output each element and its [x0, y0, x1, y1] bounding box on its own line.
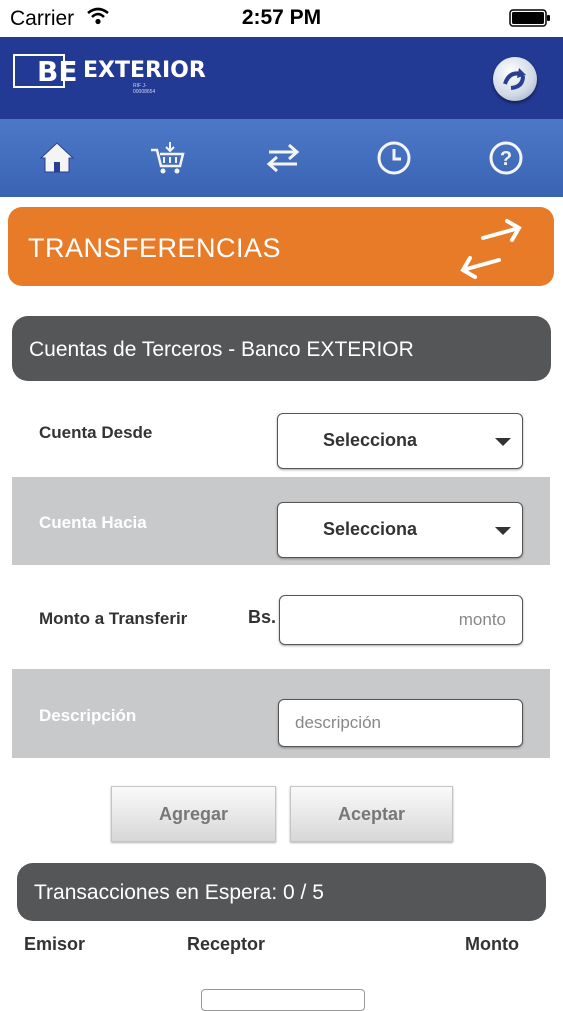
cuenta-desde-value: Selecciona: [323, 430, 418, 450]
chevron-down-icon: [495, 527, 511, 535]
shopping-cart-icon[interactable]: [148, 138, 188, 178]
column-header-monto: Monto: [465, 934, 519, 954]
home-icon[interactable]: [37, 138, 77, 178]
cuenta-hacia-select[interactable]: Selecciona: [277, 502, 523, 558]
svg-text:?: ?: [500, 148, 512, 170]
descripcion-input[interactable]: descripción: [278, 699, 523, 747]
logo-text: EXTERIOR: [83, 58, 206, 83]
monto-placeholder: monto: [458, 610, 506, 629]
aceptar-button[interactable]: Aceptar: [290, 786, 453, 842]
help-icon[interactable]: ?: [486, 138, 526, 178]
app-header: BE EXTERIOR RIF J-00008654: [0, 37, 563, 119]
partial-field: [201, 989, 365, 1011]
chevron-down-icon: [495, 438, 511, 446]
cuenta-hacia-value: Selecciona: [323, 519, 418, 539]
cuenta-hacia-row: Cuenta Hacia Selecciona: [12, 477, 550, 565]
logo-mark: BE: [37, 55, 77, 88]
pending-transactions-bar: Transacciones en Espera: 0 / 5: [17, 863, 546, 921]
monto-input[interactable]: monto: [279, 595, 523, 645]
monto-row: Monto a Transferir Bs. monto: [12, 570, 550, 666]
monto-label: Monto a Transferir: [39, 609, 188, 628]
cuenta-hacia-label: Cuenta Hacia: [39, 513, 147, 532]
pending-transactions-title: Transacciones en Espera: 0 / 5: [34, 881, 324, 904]
column-header-emisor: Emisor: [24, 934, 86, 954]
column-header-receptor: Receptor: [187, 934, 266, 954]
sync-icon[interactable]: [493, 57, 537, 101]
currency-label: Bs.: [248, 607, 277, 627]
descripcion-placeholder: descripción: [295, 713, 381, 732]
agregar-button[interactable]: Agregar: [111, 786, 276, 842]
descripcion-row: Descripción descripción: [12, 669, 550, 758]
battery-icon: [509, 9, 551, 32]
bank-logo: BE EXTERIOR RIF J-00008654: [13, 54, 206, 95]
status-bar: Carrier 2:57 PM: [0, 0, 563, 37]
cuenta-desde-label: Cuenta Desde: [39, 423, 153, 442]
section-title: TRANSFERENCIAS: [28, 233, 282, 263]
transfer-arrows-large-icon: [453, 216, 529, 287]
subheader-title: Cuentas de Terceros - Banco EXTERIOR: [29, 338, 414, 361]
transfer-arrows-icon[interactable]: [261, 138, 301, 178]
clock-icon[interactable]: [374, 138, 414, 178]
nav-bar: ?: [0, 119, 563, 197]
logo-subtext: RIF J-00008654: [133, 83, 156, 95]
descripcion-label: Descripción: [39, 706, 137, 725]
cuenta-desde-row: Cuenta Desde Selecciona: [12, 394, 550, 474]
cuenta-desde-select[interactable]: Selecciona: [277, 413, 523, 469]
clock-time: 2:57 PM: [241, 6, 322, 29]
subheader-bar: Cuentas de Terceros - Banco EXTERIOR: [12, 316, 551, 381]
section-header: TRANSFERENCIAS: [8, 207, 554, 286]
